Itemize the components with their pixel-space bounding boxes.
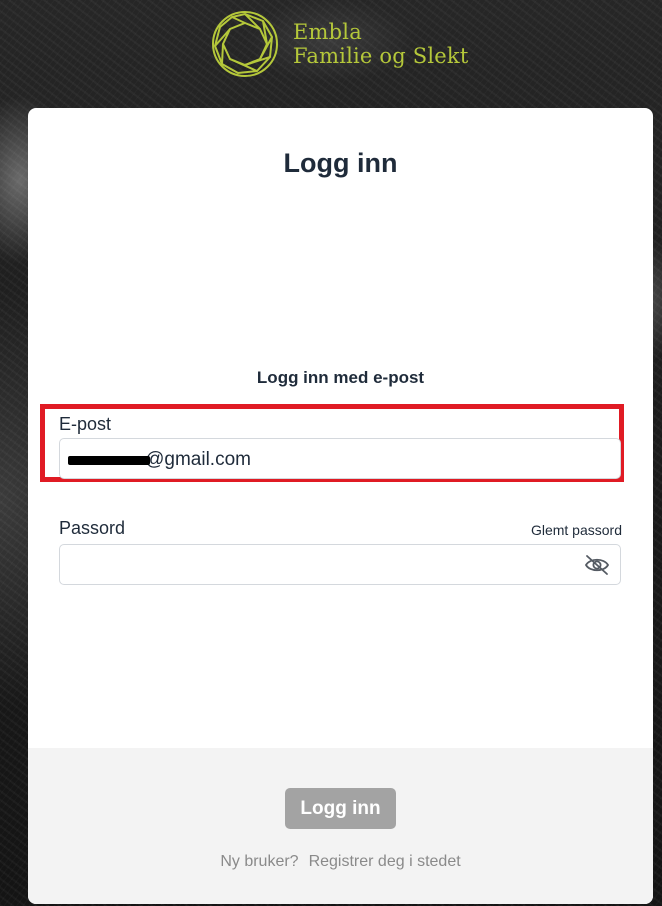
login-card: Logg inn Logg inn med e-post E-post hiru…	[28, 108, 653, 904]
card-footer: Logg inn Ny bruker? Registrer deg i stede…	[28, 748, 653, 904]
page-title: Logg inn	[283, 148, 398, 178]
brand-name-line2: Familie og Slekt	[293, 44, 469, 68]
signup-prompt: Ny bruker? Registrer deg i stedet	[28, 853, 653, 871]
brand-name-line1: Embla	[293, 20, 362, 44]
forgot-password-link[interactable]: Glemt passord	[531, 522, 622, 538]
login-button[interactable]: Logg inn	[285, 788, 396, 829]
brand-logo[interactable]: Embla Familie og Slekt	[210, 9, 469, 79]
brand-name: Embla Familie og Slekt	[293, 20, 469, 68]
email-label: E-post	[59, 414, 112, 434]
password-label: Passord	[59, 518, 126, 538]
email-login-heading: Logg inn med e-post	[256, 368, 425, 387]
email-field[interactable]: hirunitest@gmail.com	[59, 438, 621, 479]
register-link[interactable]: Registrer deg i stedet	[309, 853, 461, 870]
faceted-gem-logo-icon	[212, 11, 278, 77]
redaction-bar	[68, 456, 150, 465]
new-user-text: Ny bruker?	[220, 853, 299, 870]
password-field[interactable]	[59, 544, 621, 585]
eye-slash-icon[interactable]	[584, 554, 610, 576]
